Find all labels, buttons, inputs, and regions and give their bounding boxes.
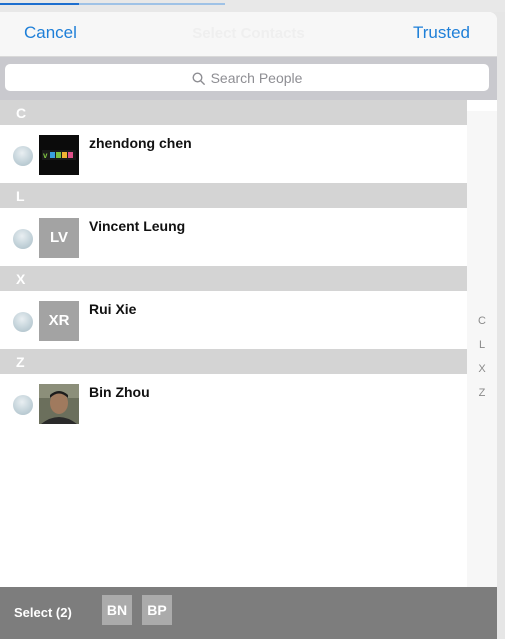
contact-name: zhendong chen	[89, 135, 192, 151]
progress-track	[0, 3, 225, 5]
progress-fill	[0, 3, 79, 5]
contact-name: Vincent Leung	[89, 218, 186, 234]
index-letter-z[interactable]: Z	[467, 387, 497, 399]
contact-row[interactable]: v zhendong chen	[0, 125, 497, 183]
initials-avatar: LV	[39, 218, 79, 258]
search-bar: Search People	[0, 57, 497, 100]
section-letter: Z	[16, 354, 25, 370]
contact-row[interactable]: Bin Zhou	[0, 374, 497, 432]
trusted-button[interactable]: Trusted	[413, 23, 470, 43]
selection-bar: Select (2) BN BP	[0, 587, 497, 639]
contact-row[interactable]: XR Rui Xie	[0, 291, 497, 349]
svg-text:v: v	[43, 151, 48, 160]
section-letter: C	[16, 105, 27, 121]
search-placeholder: Search People	[210, 70, 303, 86]
index-letter-c[interactable]: C	[467, 315, 497, 327]
search-input[interactable]: Search People	[5, 64, 489, 91]
selected-chip[interactable]: BP	[142, 595, 172, 625]
select-radio[interactable]	[13, 146, 33, 166]
top-strip	[0, 0, 505, 12]
search-placeholder-wrap: Search People	[5, 70, 489, 88]
index-letter-l[interactable]: L	[467, 339, 497, 351]
contact-name: Rui Xie	[89, 301, 137, 317]
section-header-x: X	[0, 266, 467, 291]
section-index: C L X Z	[467, 111, 497, 599]
section-letter: X	[16, 271, 26, 287]
select-contacts-sheet: Cancel Select Contacts Trusted Search Pe…	[0, 12, 497, 639]
vmoso-logo-avatar: v	[39, 135, 79, 175]
initials-avatar: XR	[39, 301, 79, 341]
contact-list: C v zhendong chen L LV Vincent Leung X X…	[0, 100, 497, 432]
right-gutter	[497, 12, 505, 639]
section-header-l: L	[0, 183, 467, 208]
select-count-label: Select (2)	[14, 605, 72, 620]
section-header-z: Z	[0, 349, 467, 374]
selected-chip[interactable]: BN	[102, 595, 132, 625]
select-radio[interactable]	[13, 229, 33, 249]
navigation-bar: Cancel Select Contacts Trusted	[0, 12, 497, 57]
section-letter: L	[16, 188, 25, 204]
contact-row[interactable]: LV Vincent Leung	[0, 208, 497, 266]
select-radio[interactable]	[13, 395, 33, 415]
select-radio[interactable]	[13, 312, 33, 332]
photo-avatar	[39, 384, 79, 424]
index-letter-x[interactable]: X	[467, 363, 497, 375]
contact-name: Bin Zhou	[89, 384, 150, 400]
search-icon	[192, 72, 205, 88]
section-header-c: C	[0, 100, 467, 125]
